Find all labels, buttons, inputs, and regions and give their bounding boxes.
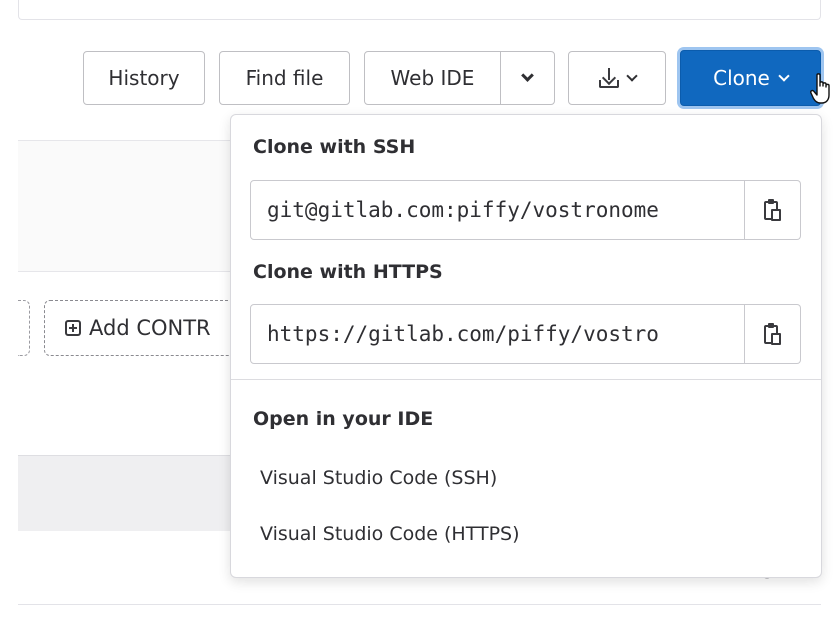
https-url-input[interactable] <box>250 304 745 364</box>
plus-square-icon <box>65 320 81 336</box>
clipboard-icon <box>763 199 782 221</box>
download-icon <box>598 67 620 89</box>
open-vscode-https-item[interactable]: Visual Studio Code (HTTPS) <box>260 523 520 545</box>
open-in-ide-heading: Open in your IDE <box>253 408 434 430</box>
chevron-down-icon <box>778 69 790 82</box>
clone-button-label: Clone <box>713 66 770 90</box>
web-ide-options-button[interactable] <box>500 51 555 105</box>
file-card-top-edge <box>18 0 821 20</box>
add-contributing-label: Add CONTR <box>89 316 211 340</box>
open-vscode-ssh-item[interactable]: Visual Studio Code (SSH) <box>260 467 497 489</box>
copy-https-url-button[interactable] <box>745 304 801 364</box>
ssh-url-input[interactable] <box>250 180 745 240</box>
chevron-down-icon <box>626 69 638 82</box>
clone-button[interactable]: Clone <box>680 50 821 106</box>
section-divider <box>18 604 821 605</box>
ssh-url-group <box>250 180 801 240</box>
dropdown-divider <box>231 379 821 380</box>
chevron-down-icon <box>521 69 534 82</box>
clone-ssh-heading: Clone with SSH <box>253 136 416 158</box>
download-button[interactable] <box>568 51 666 105</box>
previous-shortcut-button[interactable] <box>18 300 30 356</box>
history-button[interactable]: History <box>83 51 205 105</box>
find-file-button[interactable]: Find file <box>219 51 350 105</box>
hand-pointer-icon <box>810 73 830 104</box>
clone-https-heading: Clone with HTTPS <box>253 261 443 283</box>
copy-ssh-url-button[interactable] <box>745 180 801 240</box>
web-ide-button[interactable]: Web IDE <box>364 51 501 105</box>
clone-dropdown-menu: Clone with SSH Clone with HTTPS Open in … <box>230 114 822 578</box>
https-url-group <box>250 304 801 364</box>
clipboard-icon <box>763 323 782 345</box>
